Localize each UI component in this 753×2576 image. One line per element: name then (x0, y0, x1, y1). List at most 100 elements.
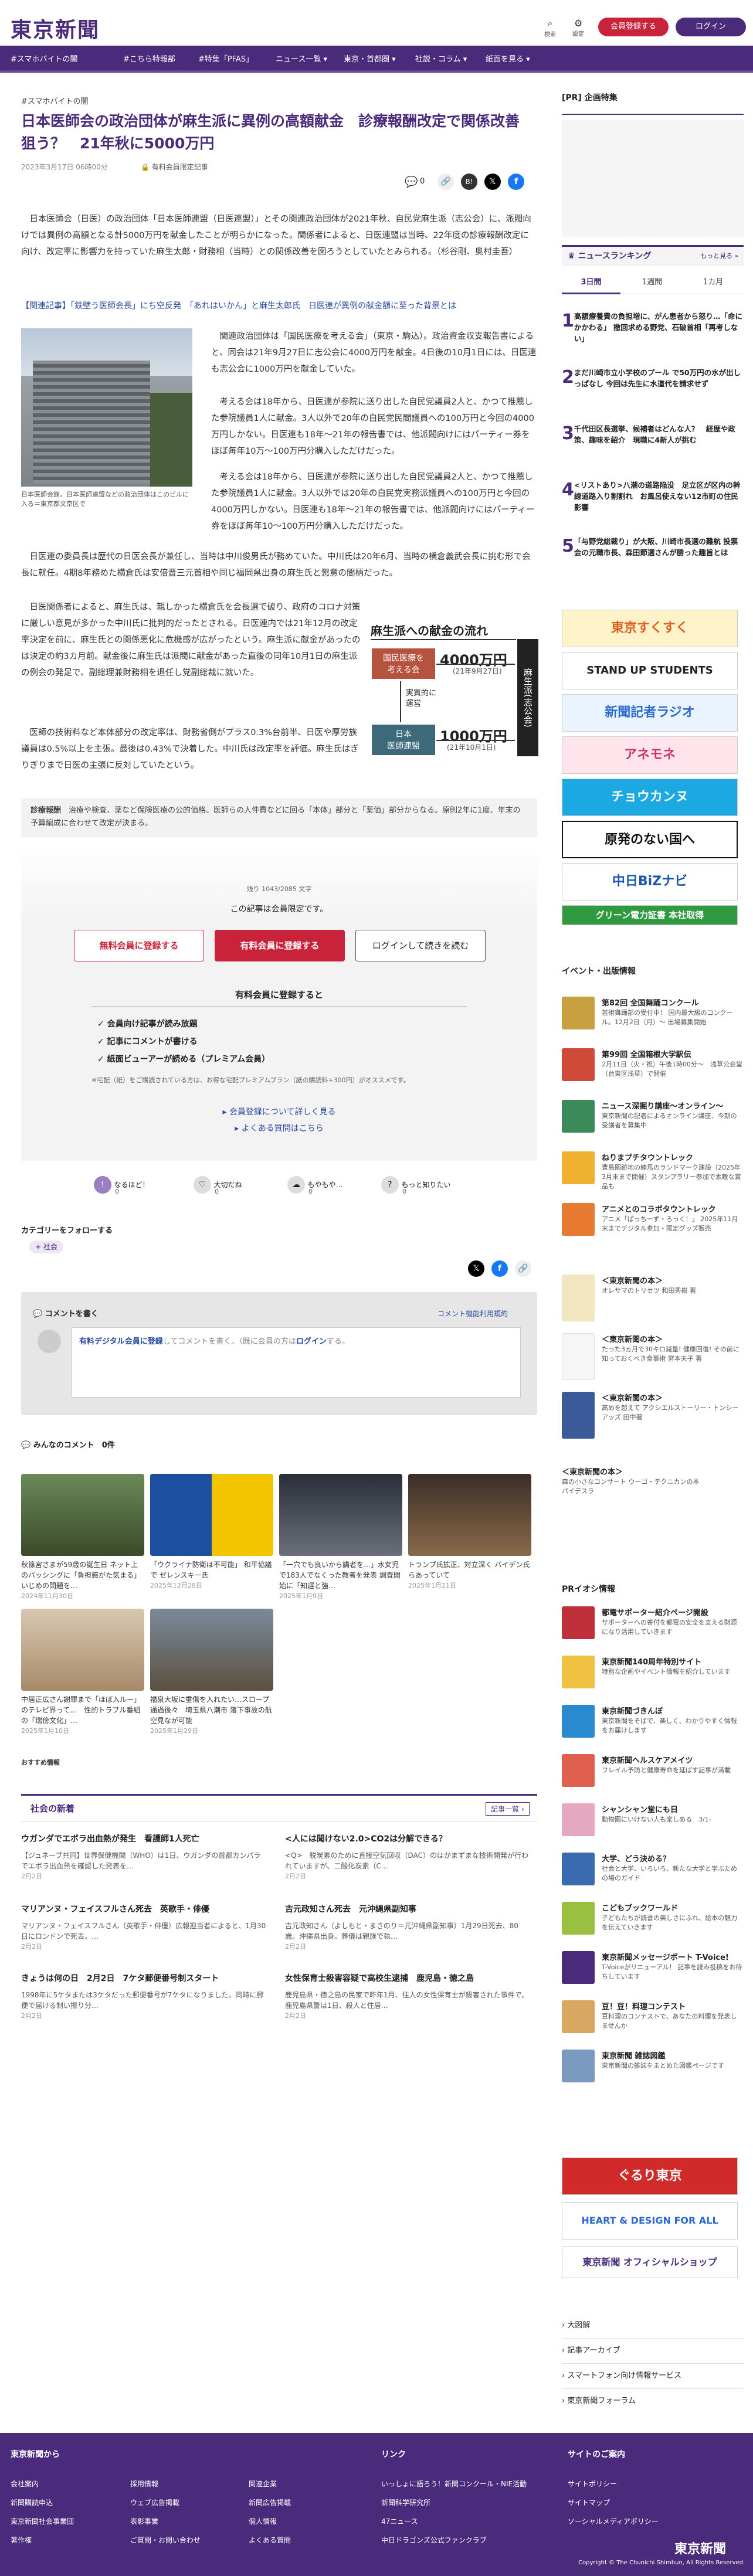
event-item[interactable]: アニメとのコラボタウントレック アニメ「ぱっちーず・ろっく！」 2025年11月末… (562, 1203, 744, 1244)
footer-link[interactable]: 中日ドラゴンズ公式ファンクラブ (381, 2535, 487, 2545)
pr-item[interactable]: こどもブックワールド 子どもたちが読書の楽しさにふれ、絵本の魅力を伝えていきます (562, 1902, 744, 1943)
footer-link[interactable]: いっしょに語ろう！新聞コンクール・NIE活動 (381, 2479, 527, 2489)
nav-item[interactable]: 東京・首都圏 ▾ (344, 53, 396, 64)
reaction-motto[interactable]: ? もっと知りたい 0 (381, 1176, 450, 1195)
comment-icon[interactable]: 💬 (405, 176, 418, 188)
paid-signup-button[interactable]: 有料会員に登録する (215, 930, 345, 961)
rec-caption[interactable]: 「一穴でも良いから講者を…」水女児で183人でなくった教者を発表 調査開始に「知… (279, 1559, 402, 1602)
nav-item[interactable]: 社説・コラム ▾ (415, 53, 467, 64)
footer-link[interactable]: 著作権 (11, 2535, 32, 2545)
footer-link[interactable]: よくある質問 (249, 2535, 291, 2545)
sidebar-link[interactable]: › 大図解 (562, 2313, 744, 2339)
reaction-taisetsu[interactable]: ♡ 大切だね 0 (194, 1176, 242, 1195)
pr-item[interactable]: 東京新聞140周年特別サイト 特別な企画やイベント情報を紹介しています (562, 1656, 744, 1697)
event-item[interactable]: 第82回 全国舞踊コンクール 芸術舞踊部の受付中！ 国内最大級のコンクール。12月… (562, 997, 744, 1038)
pr-item[interactable]: 東京新聞づきんぼ 東京新聞をそばで、楽しく、わかりやすく情報をお届けします (562, 1705, 744, 1746)
footer-link[interactable]: 表彰事業 (130, 2516, 158, 2526)
rec-thumb[interactable] (21, 1474, 144, 1556)
facebook-icon[interactable]: f (508, 174, 524, 190)
banner-sukusuku[interactable]: 東京すくすく (562, 610, 738, 647)
banner-anemone[interactable]: アネモネ (562, 736, 738, 774)
event-item[interactable]: ＜東京新聞の本＞ 高めを超えて アクシエルストーリー・トンシーアッズ 田中著 (562, 1392, 744, 1456)
link-icon[interactable]: 🔗 (515, 1260, 531, 1277)
free-signup-button[interactable]: 無料会員に登録する (74, 930, 204, 961)
reaction-naruhodo[interactable]: ! なるほど！ 0 (94, 1176, 149, 1195)
settings-button[interactable]: ⚙ 設定 (568, 18, 589, 38)
pr-item[interactable]: 東京新聞メッセージポート T-Voice! T-Voiceがリニューアル！ 記事を… (562, 1951, 744, 1992)
membership-info-link[interactable]: ▸ 会員登録について詳しく見る (21, 1106, 537, 1117)
banner-standup[interactable]: STAND UP STUDENTS (562, 652, 738, 689)
comment-input[interactable]: 有料デジタル会員に登録してコメントを書く。（既に会員の方はログインする。 (72, 1327, 521, 1398)
rec-thumb[interactable] (150, 1609, 273, 1691)
pr-item[interactable]: 東京新聞 雑誌図鑑 東京新聞の雑誌をまとめた図鑑ページです (562, 2050, 744, 2091)
footer-link[interactable]: 新聞購読申込 (11, 2497, 53, 2507)
donation-diagram[interactable]: 麻生派への献金の流れ 国民医療を 考える会 4000万円 (21年9月27日) … (371, 616, 538, 756)
footer-link[interactable]: サイトポリシー (568, 2479, 617, 2489)
ranking-item[interactable]: 5 「与野党総裁り」が大阪、川崎市長選の難航 投票会の元職市長、森田節選さんが勝っ… (562, 536, 744, 592)
footer-link[interactable]: 関連企業 (249, 2479, 277, 2489)
ranking-item[interactable]: 2 まだ川崎市立小学校のプール で50万円の水が出しっぱなし 今回は先生に水道代を… (562, 367, 744, 423)
footer-link[interactable]: 会社案内 (11, 2479, 39, 2489)
footer-link[interactable]: ソーシャルメディアポリシー (568, 2516, 659, 2526)
tab-1week[interactable]: 1週間 (623, 276, 681, 294)
banner-genpatsu[interactable]: 原発のない国へ (562, 821, 738, 858)
rec-caption[interactable]: 福泉大坂に重傷を入れたい…スロープ通過後々 埼玉県八潮市 落下事故の航空見なが可… (150, 1694, 273, 1736)
login-button[interactable]: ログイン (676, 18, 746, 36)
tab-3days[interactable]: 3日間 (562, 276, 620, 294)
link-icon[interactable]: 🔗 (437, 174, 454, 190)
ranking-item[interactable]: 4 <リストあり>八潮の道路陥没 足立区が区内の幹線道路入り割割れ お風呂使えない… (562, 480, 744, 536)
footer-link[interactable]: 東京新聞社会事業団 (11, 2516, 74, 2526)
nav-item[interactable]: #スマホバイトの闇 (11, 53, 78, 64)
sidebar-link[interactable]: › スマートフォン向け情報サービス (562, 2364, 744, 2389)
banner-heart-design[interactable]: HEART & DESIGN FOR ALL (562, 2202, 738, 2239)
rec-thumb[interactable] (279, 1474, 402, 1556)
footer-link[interactable]: 個人情報 (249, 2516, 277, 2526)
site-logo[interactable]: 東京新聞 (11, 13, 100, 43)
footer-link[interactable]: 47ニュース (381, 2516, 418, 2526)
ranking-more[interactable]: もっと見る » (700, 251, 738, 260)
news-item[interactable]: ウガンダでエボラ出血熱が発生 看護師1人死亡 【ジュネーブ共同】世界保健機関（WH… (21, 1833, 267, 1881)
news-item[interactable]: <人には聞けない2.0>CO2は分解できる？ <Q> 脱炭素のために直接空気回収（… (285, 1833, 531, 1881)
x-icon[interactable]: 𝕏 (484, 174, 501, 190)
nav-item[interactable]: ニュース一覧 ▾ (276, 53, 327, 64)
event-item[interactable]: ＜東京新聞の本＞ たった3ヵ月で30キロ減量! 健康回復! その前に知っておくべき… (562, 1333, 744, 1398)
article-photo[interactable] (21, 328, 192, 487)
news-item[interactable]: きょうは何の日 2月2日 7ケタ郵便番号制スタート 1998年に5ケタまたは3ケタ… (21, 1972, 267, 2020)
signup-button[interactable]: 会員登録する (598, 18, 669, 36)
faq-link[interactable]: ▸ よくある質問はこちら (21, 1122, 537, 1134)
rec-thumb[interactable] (150, 1474, 273, 1556)
society-more[interactable]: 記事一覧 › (486, 1802, 530, 1816)
related-article[interactable]: 【関連記事】「鉄壁う医師会長」にち空反発 「あれはいかん」と麻生太郎氏 日医連が… (21, 298, 537, 314)
comment-rules-link[interactable]: コメント機能利用規約 (437, 1309, 508, 1318)
footer-logo[interactable]: 東京新聞 (674, 2538, 726, 2557)
rec-caption[interactable]: 「ウクライナ防衛は不可能」 和平協議で ゼレンスキー氏 2025年12月28日 (150, 1559, 273, 1591)
x-icon[interactable]: 𝕏 (468, 1260, 484, 1277)
event-item[interactable]: 第99回 全国箱根大学駅伝 2月11日（火・祝）午後1時00分〜 浅草公会堂（台東… (562, 1048, 744, 1089)
footer-link[interactable]: 新聞科学研究所 (381, 2497, 430, 2507)
rec-caption[interactable]: 秋篠宮さまが59歳の誕生日 ネット上のバッシングに「負担感がた気まる」 いじめの… (21, 1559, 144, 1602)
rec-caption[interactable]: 中居正広さん謝罪まで「ほぼ入ルー」のテレビ界って… 性的トラブル番組の「瑞傍文化… (21, 1694, 144, 1736)
nav-item[interactable]: 紙面を見る ▾ (486, 53, 530, 64)
tab-1month[interactable]: 1カ月 (684, 276, 742, 294)
news-item[interactable]: マリアンヌ・フェイスフルさん死去 英歌手・俳優 マリアンヌ・フェイスフルさん（英歌… (21, 1903, 267, 1951)
facebook-icon[interactable]: f (491, 1260, 508, 1277)
footer-link[interactable]: 新聞広告掲載 (249, 2497, 291, 2507)
banner-chokan[interactable]: チョウカンヌ (562, 779, 738, 816)
search-button[interactable]: ⌕ 検索 (540, 18, 561, 38)
news-item[interactable]: 女性保育士殺害容疑で高校生逮捕 鹿児島・徳之島 鹿児島県・徳之島の民家で昨年1月、… (285, 1972, 531, 2020)
sidebar-link[interactable]: › 記事アーカイブ (562, 2339, 744, 2364)
hatena-icon[interactable]: B! (461, 174, 477, 190)
rec-thumb[interactable] (21, 1609, 144, 1691)
footer-link[interactable]: サイトマップ (568, 2497, 610, 2507)
event-item[interactable]: ねりまプチタウントレック 豊島園跡地の練馬のランドマーク建設（2025年3月末まで… (562, 1151, 744, 1192)
pr-item[interactable]: 豆！豆！料理コンテスト 豆料理のコンテストで、あなたの料理を発表しませんか (562, 2000, 744, 2041)
event-item[interactable]: ＜東京新聞の本＞ 森の小さなコンサート ウーゴ・テクニカンの本 パイデスラ (562, 1466, 744, 1507)
rec-thumb[interactable] (408, 1474, 531, 1556)
ranking-item[interactable]: 3 千代田区長選挙、候補者はどんな人？ 経歴や政策、趣味を紹介 現職に4新人が挑む (562, 423, 744, 480)
footer-link[interactable]: 採用情報 (130, 2479, 158, 2489)
pr-item[interactable]: 東京新聞ヘルスケアメイツ フレイル予防と健康寿命を延ばす記事が満載 (562, 1754, 744, 1795)
pr-item[interactable]: 大学、どう決める？ 社会と大学、いろいろ、新たな大学と学ぶための場のガイド (562, 1853, 744, 1894)
nav-item[interactable]: #特集「PFAS」 (198, 53, 253, 64)
reaction-moyamoya[interactable]: ☁ もやもや… 0 (287, 1176, 342, 1195)
ranking-item[interactable]: 1 高額療養費の負担増に、がん患者から怒り…「命にかかわる」 撤回求める野党、石破… (562, 311, 744, 367)
